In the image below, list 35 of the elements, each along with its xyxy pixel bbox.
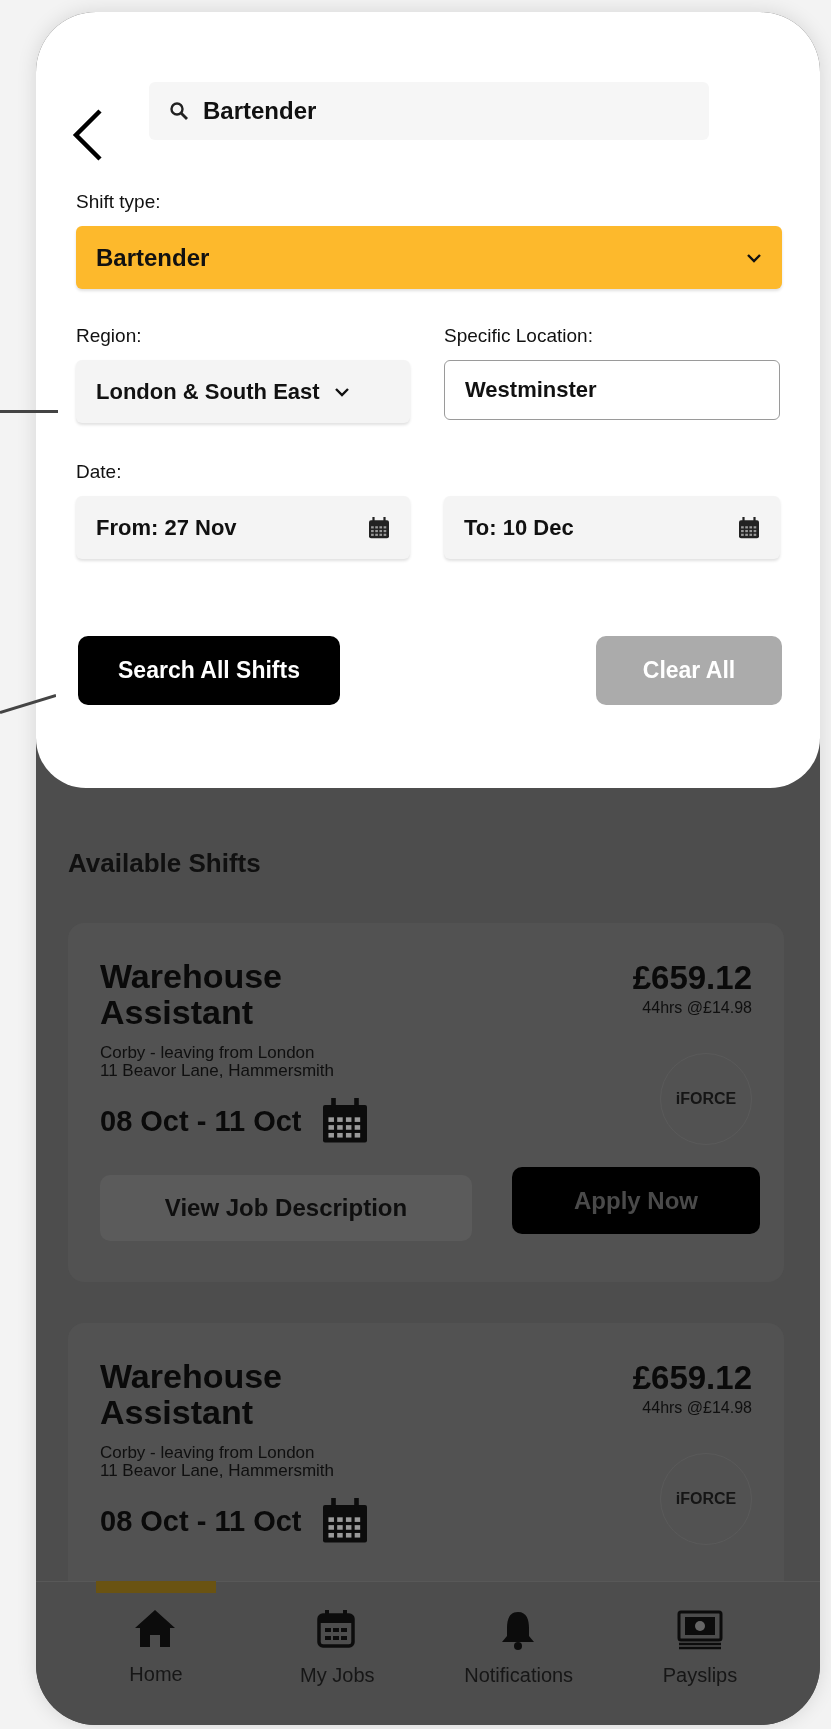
leader-line [0, 694, 56, 714]
chevron-down-icon [746, 252, 762, 263]
search-button[interactable]: Search All Shifts [78, 636, 340, 705]
job-title: Warehouse Assistant [100, 959, 283, 1031]
search-field[interactable]: Bartender [149, 82, 709, 140]
location-input-field[interactable]: Westminster [444, 360, 780, 420]
leader-line [0, 410, 58, 413]
location-text: Corby - leaving from London [100, 1044, 316, 1063]
address-text: 11 Beavor Lane, Hammersmith [100, 1462, 335, 1481]
date-range: 08 Oct - 11 Oct [100, 1504, 302, 1538]
date-field[interactable]: From: 27 Nov [76, 496, 410, 559]
calendar-icon [321, 1098, 368, 1145]
back-icon [72, 109, 102, 161]
pay-rate: 44hrs @£14.98 [642, 999, 752, 1017]
region-dropdown[interactable]: London & South East [76, 360, 410, 423]
date-field[interactable]: To: 10 Dec [444, 496, 780, 559]
pay-amount: £659.12 [632, 1359, 752, 1397]
banknote-icon [677, 1608, 723, 1650]
date-range: 08 Oct - 11 Oct [100, 1104, 302, 1138]
field-label: Specific Location: [444, 325, 594, 347]
calendar-icon [368, 516, 390, 539]
field-label: Shift type: [76, 191, 162, 213]
field-label: Region: [76, 325, 143, 347]
job-title: Warehouse Assistant [100, 1359, 283, 1431]
calendar-icon [738, 516, 760, 539]
location-text: Corby - leaving from London [100, 1444, 316, 1463]
field-label: Date: [76, 461, 123, 483]
pay-rate: 44hrs @£14.98 [642, 1399, 752, 1417]
search-icon [169, 101, 189, 121]
calendar-icon [321, 1498, 368, 1545]
pay-amount: £659.12 [632, 959, 752, 997]
chevron-down-icon [333, 386, 350, 397]
address-text: 11 Beavor Lane, Hammersmith [100, 1062, 335, 1081]
section-title: Available Shifts [68, 848, 262, 879]
shift-type-dropdown[interactable]: Bartender [76, 226, 782, 289]
